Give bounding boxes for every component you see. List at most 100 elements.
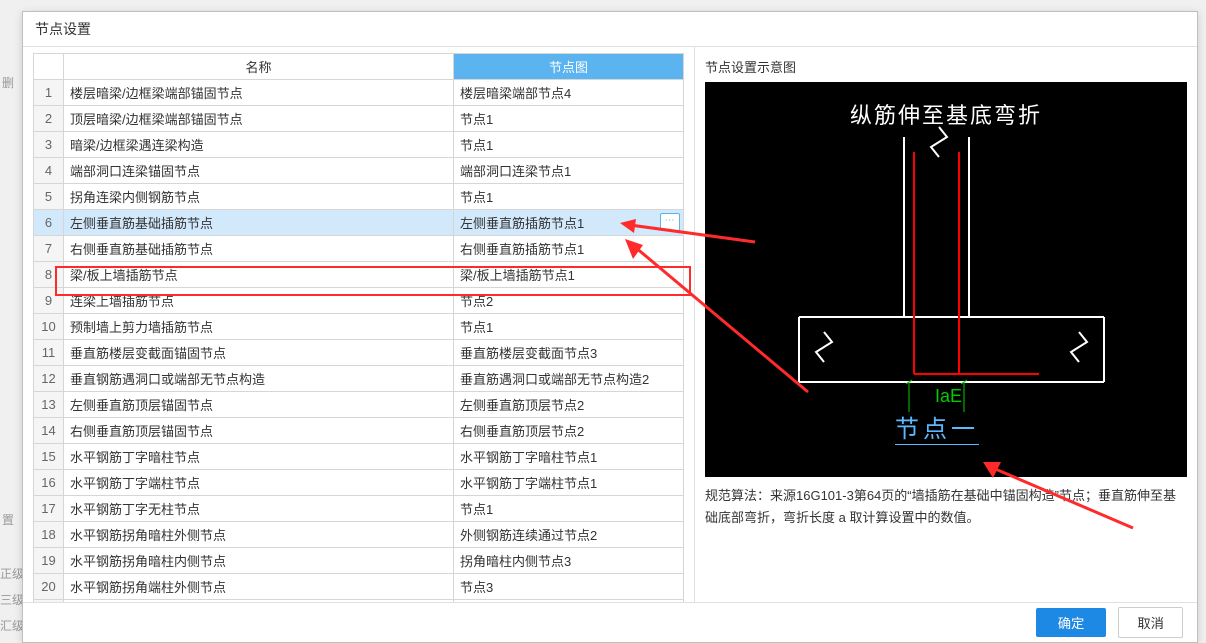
row-name[interactable]: 水平钢筋丁字无柱节点: [64, 496, 454, 522]
row-img[interactable]: 水平钢筋丁字端柱节点1: [454, 470, 684, 496]
table-row[interactable]: 4端部洞口连梁锚固节点端部洞口连梁节点1: [34, 158, 684, 184]
diagram-node-label[interactable]: 节点一: [895, 409, 979, 445]
table-row[interactable]: 20水平钢筋拐角端柱外侧节点节点3: [34, 574, 684, 600]
row-name[interactable]: 预制墙上剪力墙插筋节点: [64, 314, 454, 340]
row-name[interactable]: 水平钢筋拐角暗柱内侧节点: [64, 548, 454, 574]
bg-frag: 三级: [0, 591, 24, 608]
row-name[interactable]: 水平钢筋丁字暗柱节点: [64, 444, 454, 470]
row-name[interactable]: 左侧垂直筋顶层锚固节点: [64, 392, 454, 418]
row-index: 7: [34, 236, 64, 262]
row-name[interactable]: 楼层暗梁/边框梁端部锚固节点: [64, 80, 454, 106]
node-settings-dialog: 节点设置 名称 节点图 1楼层暗梁/边框梁端部锚固节点楼层暗梁端部节点42顶层暗…: [22, 11, 1198, 643]
table-row[interactable]: 2顶层暗梁/边框梁端部锚固节点节点1: [34, 106, 684, 132]
more-button[interactable]: ⋯: [660, 213, 680, 231]
table-row[interactable]: 15水平钢筋丁字暗柱节点水平钢筋丁字暗柱节点1: [34, 444, 684, 470]
diagram-dim-label: IaE: [935, 386, 962, 407]
row-name[interactable]: 水平钢筋拐角暗柱外侧节点: [64, 522, 454, 548]
row-img[interactable]: 垂直筋楼层变截面节点3: [454, 340, 684, 366]
bg-frag: 删: [2, 74, 14, 91]
row-index: 10: [34, 314, 64, 340]
col-header-img[interactable]: 节点图: [454, 54, 684, 80]
table-row[interactable]: 11垂直筋楼层变截面锚固节点垂直筋楼层变截面节点3: [34, 340, 684, 366]
row-index: 20: [34, 574, 64, 600]
row-index: 4: [34, 158, 64, 184]
table-row[interactable]: 19水平钢筋拐角暗柱内侧节点拐角暗柱内侧节点3: [34, 548, 684, 574]
dialog-footer: 确定 取消: [23, 602, 1197, 642]
row-img[interactable]: 梁/板上墙插筋节点1: [454, 262, 684, 288]
dialog-title: 节点设置: [23, 12, 1197, 47]
table-row[interactable]: 9连梁上墙插筋节点节点2: [34, 288, 684, 314]
ok-button[interactable]: 确定: [1036, 608, 1107, 637]
row-name[interactable]: 水平钢筋拐角端柱外侧节点: [64, 574, 454, 600]
row-index: 11: [34, 340, 64, 366]
row-name[interactable]: 右侧垂直筋顶层锚固节点: [64, 418, 454, 444]
bg-frag: 汇级: [0, 617, 24, 634]
dialog-body: 名称 节点图 1楼层暗梁/边框梁端部锚固节点楼层暗梁端部节点42顶层暗梁/边框梁…: [23, 47, 1197, 603]
row-img[interactable]: 楼层暗梁端部节点4: [454, 80, 684, 106]
row-img[interactable]: 节点1: [454, 184, 684, 210]
row-name[interactable]: 端部洞口连梁锚固节点: [64, 158, 454, 184]
row-img[interactable]: 左侧垂直筋顶层节点2: [454, 392, 684, 418]
row-index: 13: [34, 392, 64, 418]
row-img[interactable]: 节点1: [454, 314, 684, 340]
right-panel: 节点设置示意图 纵筋伸至基底弯折: [695, 47, 1197, 603]
row-name[interactable]: 右侧垂直筋基础插筋节点: [64, 236, 454, 262]
row-img[interactable]: 节点3: [454, 574, 684, 600]
table-row[interactable]: 5拐角连梁内侧钢筋节点节点1: [34, 184, 684, 210]
row-name[interactable]: 暗梁/边框梁遇连梁构造: [64, 132, 454, 158]
row-name[interactable]: 拐角连梁内侧钢筋节点: [64, 184, 454, 210]
table-row[interactable]: 8梁/板上墙插筋节点梁/板上墙插筋节点1: [34, 262, 684, 288]
table-row[interactable]: 6左侧垂直筋基础插筋节点左侧垂直筋插筋节点1⋯: [34, 210, 684, 236]
row-index: 8: [34, 262, 64, 288]
row-index: 12: [34, 366, 64, 392]
table-row[interactable]: 1楼层暗梁/边框梁端部锚固节点楼层暗梁端部节点4: [34, 80, 684, 106]
row-img[interactable]: 端部洞口连梁节点1: [454, 158, 684, 184]
row-name[interactable]: 梁/板上墙插筋节点: [64, 262, 454, 288]
row-index: 15: [34, 444, 64, 470]
bg-frag: 置: [2, 511, 14, 528]
row-img[interactable]: 右侧垂直筋插筋节点1: [454, 236, 684, 262]
row-img[interactable]: 节点2: [454, 288, 684, 314]
row-name[interactable]: 垂直钢筋遇洞口或端部无节点构造: [64, 366, 454, 392]
row-index: 6: [34, 210, 64, 236]
nodes-table: 名称 节点图 1楼层暗梁/边框梁端部锚固节点楼层暗梁端部节点42顶层暗梁/边框梁…: [33, 53, 684, 603]
table-row[interactable]: 7右侧垂直筋基础插筋节点右侧垂直筋插筋节点1: [34, 236, 684, 262]
table-row[interactable]: 16水平钢筋丁字端柱节点水平钢筋丁字端柱节点1: [34, 470, 684, 496]
col-header-index: [34, 54, 64, 80]
row-index: 14: [34, 418, 64, 444]
row-img[interactable]: 节点1: [454, 496, 684, 522]
table-row[interactable]: 17水平钢筋丁字无柱节点节点1: [34, 496, 684, 522]
row-img[interactable]: 节点1: [454, 106, 684, 132]
table-row[interactable]: 18水平钢筋拐角暗柱外侧节点外侧钢筋连续通过节点2: [34, 522, 684, 548]
table-row[interactable]: 12垂直钢筋遇洞口或端部无节点构造垂直筋遇洞口或端部无节点构造2: [34, 366, 684, 392]
row-img[interactable]: 水平钢筋丁字暗柱节点1: [454, 444, 684, 470]
row-name[interactable]: 顶层暗梁/边框梁端部锚固节点: [64, 106, 454, 132]
cancel-button[interactable]: 取消: [1118, 607, 1183, 638]
left-panel: 名称 节点图 1楼层暗梁/边框梁端部锚固节点楼层暗梁端部节点42顶层暗梁/边框梁…: [23, 47, 695, 603]
row-img[interactable]: 拐角暗柱内侧节点3: [454, 548, 684, 574]
row-name[interactable]: 垂直筋楼层变截面锚固节点: [64, 340, 454, 366]
row-img[interactable]: 垂直筋遇洞口或端部无节点构造2: [454, 366, 684, 392]
diagram-title: 节点设置示意图: [705, 57, 1187, 76]
bg-frag: 正级: [0, 565, 24, 582]
row-index: 5: [34, 184, 64, 210]
row-name[interactable]: 左侧垂直筋基础插筋节点: [64, 210, 454, 236]
table-row[interactable]: 3暗梁/边框梁遇连梁构造节点1: [34, 132, 684, 158]
row-img[interactable]: 外侧钢筋连续通过节点2: [454, 522, 684, 548]
col-header-name[interactable]: 名称: [64, 54, 454, 80]
row-img[interactable]: 右侧垂直筋顶层节点2: [454, 418, 684, 444]
table-row[interactable]: 14右侧垂直筋顶层锚固节点右侧垂直筋顶层节点2: [34, 418, 684, 444]
row-img[interactable]: 左侧垂直筋插筋节点1⋯: [454, 210, 684, 236]
row-name[interactable]: 连梁上墙插筋节点: [64, 288, 454, 314]
row-index: 19: [34, 548, 64, 574]
diagram-description: 规范算法：来源16G101-3第64页的“墙插筋在基础中锚固构造”节点；垂直筋伸…: [705, 485, 1187, 529]
row-name[interactable]: 水平钢筋丁字端柱节点: [64, 470, 454, 496]
row-index: 2: [34, 106, 64, 132]
row-index: 18: [34, 522, 64, 548]
row-index: 16: [34, 470, 64, 496]
row-img[interactable]: 节点1: [454, 132, 684, 158]
row-index: 3: [34, 132, 64, 158]
diagram-canvas: 纵筋伸至基底弯折: [705, 82, 1187, 477]
table-row[interactable]: 13左侧垂直筋顶层锚固节点左侧垂直筋顶层节点2: [34, 392, 684, 418]
table-row[interactable]: 10预制墙上剪力墙插筋节点节点1: [34, 314, 684, 340]
